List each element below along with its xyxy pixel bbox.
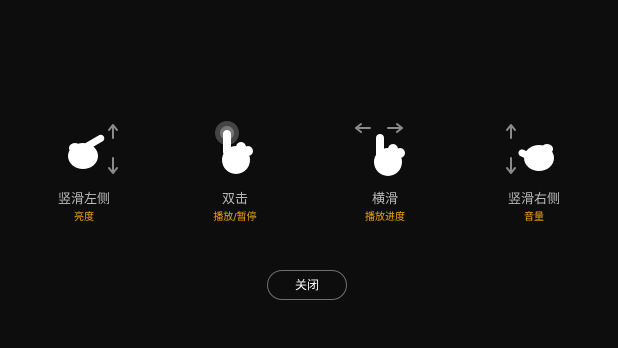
gesture-subtitle: 播放/暂停 xyxy=(213,212,257,223)
close-button[interactable]: 关闭 xyxy=(267,270,347,300)
double-tap-hand-icon xyxy=(200,118,270,180)
gesture-subtitle: 音量 xyxy=(524,212,544,223)
gesture-title: 双击 xyxy=(221,192,248,207)
gesture-title: 竖滑右侧 xyxy=(507,192,560,207)
gesture-guide-overlay: 竖滑左侧 亮度 双击 播放/暂停 横滑 播放进度 竖滑右侧 音量 关闭 xyxy=(0,0,618,348)
swipe-vertical-left-hand-icon xyxy=(49,118,119,180)
gesture-progress: 横滑 播放进度 xyxy=(320,118,450,224)
gesture-subtitle: 亮度 xyxy=(74,212,94,223)
gesture-volume: 竖滑右侧 音量 xyxy=(469,118,599,224)
gesture-brightness: 竖滑左侧 亮度 xyxy=(19,118,149,224)
gesture-title: 横滑 xyxy=(371,192,398,207)
gesture-play-pause: 双击 播放/暂停 xyxy=(170,118,300,224)
swipe-horizontal-hand-icon xyxy=(350,118,420,180)
swipe-vertical-right-hand-icon xyxy=(499,118,569,180)
gesture-title: 竖滑左侧 xyxy=(57,192,110,207)
gesture-subtitle: 播放进度 xyxy=(365,212,405,223)
